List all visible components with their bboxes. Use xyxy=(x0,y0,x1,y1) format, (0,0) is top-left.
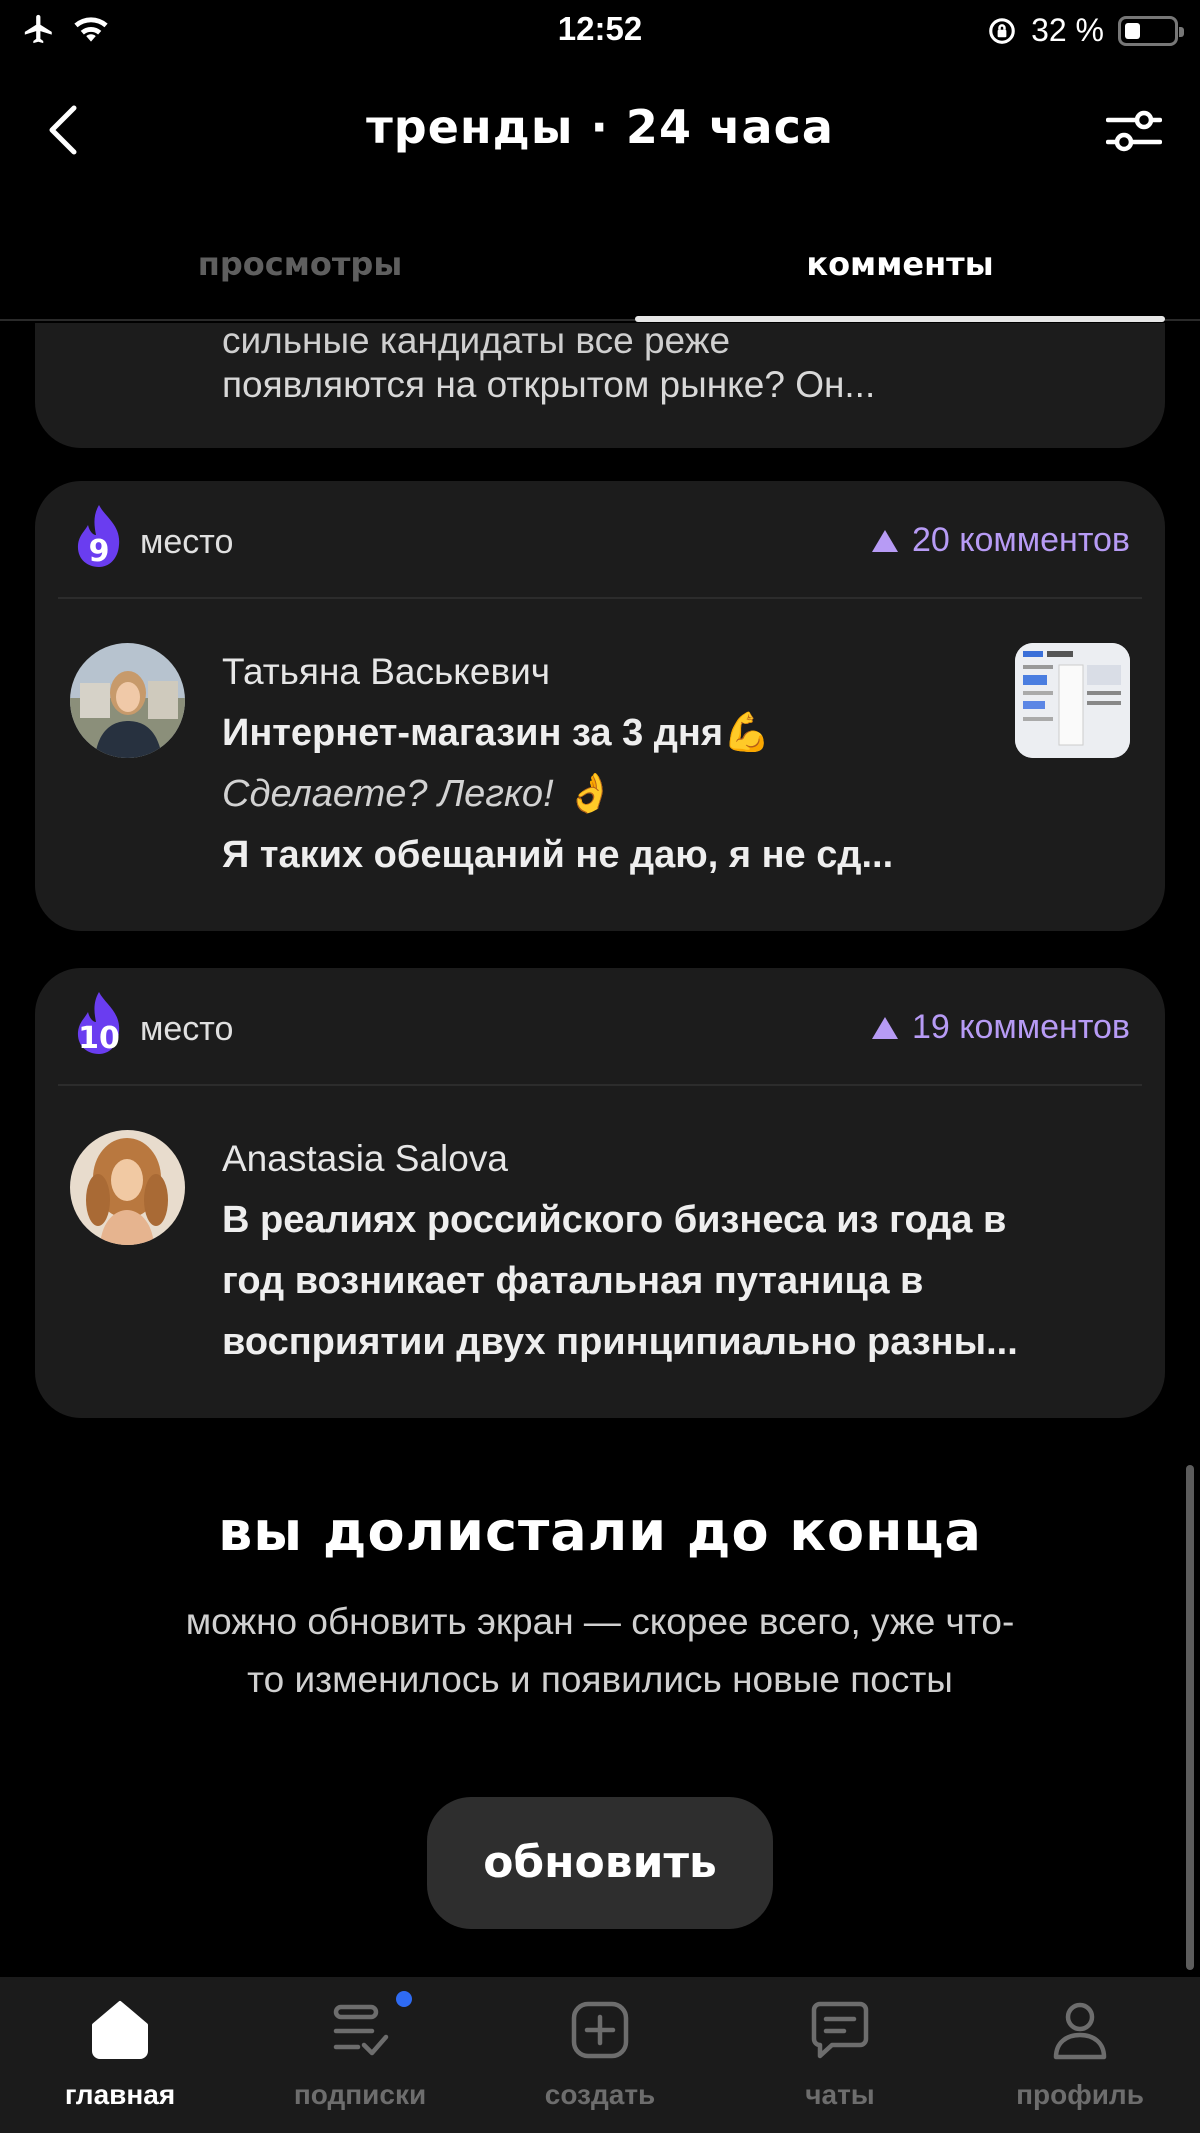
place-number: 10 xyxy=(78,1021,120,1056)
scrollbar[interactable] xyxy=(1186,1465,1194,1970)
post-thumbnail[interactable] xyxy=(1015,643,1130,758)
end-of-feed-title: вы долистали до конца xyxy=(218,1500,982,1563)
status-bar: 12:52 32 % xyxy=(0,0,1200,60)
end-subtitle-line: то изменилось и появились новые посты xyxy=(247,1659,953,1700)
battery-percent: 32 % xyxy=(1031,12,1104,48)
nav-chats[interactable]: чаты xyxy=(720,1977,960,2133)
feed: сильные кандидаты все реже появляются на… xyxy=(0,323,1200,1973)
nav-label: подписки xyxy=(293,2079,427,2110)
post-card-9[interactable]: 9 место 20 комментов Татьяна Васькевич И… xyxy=(35,481,1165,931)
home-icon xyxy=(92,2001,148,2059)
refresh-button[interactable]: обновить xyxy=(427,1797,773,1929)
author-name[interactable]: Татьяна Васькевич xyxy=(222,651,550,693)
avatar[interactable] xyxy=(70,643,185,758)
end-of-feed-subtitle: можно обновить экран — скорее всего, уже… xyxy=(100,1593,1100,1709)
page-title: тренды · 24 часа xyxy=(366,100,834,154)
nav-create[interactable]: создать xyxy=(480,1977,720,2133)
nav-label: профиль xyxy=(1016,2079,1144,2110)
fire-icon: 10 xyxy=(69,988,129,1058)
status-right: 32 % xyxy=(987,12,1184,49)
place-label: место xyxy=(140,1010,234,1048)
chat-icon xyxy=(811,2001,869,2059)
place-label: место xyxy=(140,523,234,561)
active-tab-indicator xyxy=(635,316,1165,322)
post-preview: Интернет-магазин за 3 дня💪 Сделаете? Лег… xyxy=(222,703,893,886)
rotation-lock-icon xyxy=(989,17,1015,44)
post-line: Сделаете? Легко! 👌 xyxy=(222,773,612,815)
card-header: 10 место 19 комментов xyxy=(58,968,1142,1086)
post-line: восприятии двух принципиально разны... xyxy=(222,1321,1018,1363)
post-line: Я таких обещаний не даю, я не сд... xyxy=(222,834,894,876)
tab-bar: просмотры комменты xyxy=(0,235,1200,322)
battery-fill xyxy=(1125,22,1140,39)
triangle-up-icon xyxy=(871,1016,898,1039)
author-name[interactable]: Anastasia Salova xyxy=(222,1138,508,1180)
nav-profile[interactable]: профиль xyxy=(960,1977,1200,2133)
nav-label: чаты xyxy=(805,2079,875,2110)
header: тренды · 24 часа xyxy=(0,90,1200,170)
comments-count-label: 19 комментов xyxy=(911,1008,1130,1046)
post-title: Интернет-магазин за 3 дня💪 xyxy=(222,712,771,754)
tab-views[interactable]: просмотры xyxy=(0,245,600,283)
sliders-icon xyxy=(1105,110,1163,152)
post-card-10[interactable]: 10 место 19 комментов Anastasia Salova В… xyxy=(35,968,1165,1418)
filter-button[interactable] xyxy=(1105,106,1163,156)
avatar[interactable] xyxy=(70,1130,185,1245)
fire-icon: 9 xyxy=(69,501,129,571)
subscriptions-icon xyxy=(333,2004,389,2056)
post-line: год возникает фатальная путаница в xyxy=(222,1260,924,1302)
post-card-partial[interactable]: сильные кандидаты все реже появляются на… xyxy=(35,323,1165,448)
end-subtitle-line: можно обновить экран — скорее всего, уже… xyxy=(185,1601,1015,1642)
comments-count: 20 комментов xyxy=(871,521,1130,560)
post-text-cut: сильные кандидаты все реже xyxy=(222,323,731,361)
post-title: В реалиях российского бизнеса из года в xyxy=(222,1199,1007,1241)
nav-label: создать xyxy=(544,2079,656,2110)
triangle-up-icon xyxy=(871,529,898,552)
nav-label: главная xyxy=(64,2079,176,2110)
nav-subscriptions[interactable]: подписки xyxy=(240,1977,480,2133)
card-header: 9 место 20 комментов xyxy=(58,481,1142,599)
nav-home[interactable]: главная xyxy=(0,1977,240,2133)
place-number: 9 xyxy=(88,534,110,569)
tab-comments[interactable]: комменты xyxy=(600,245,1200,283)
bottom-nav: главная подписки создать чаты профиль xyxy=(0,1977,1200,2133)
comments-count: 19 комментов xyxy=(871,1008,1130,1047)
create-icon xyxy=(571,2001,629,2059)
profile-icon xyxy=(1053,2002,1107,2060)
post-preview: В реалиях российского бизнеса из года в … xyxy=(222,1190,1018,1373)
comments-count-label: 20 комментов xyxy=(911,521,1130,559)
battery-icon xyxy=(1118,15,1184,46)
notification-dot xyxy=(396,1991,412,2007)
